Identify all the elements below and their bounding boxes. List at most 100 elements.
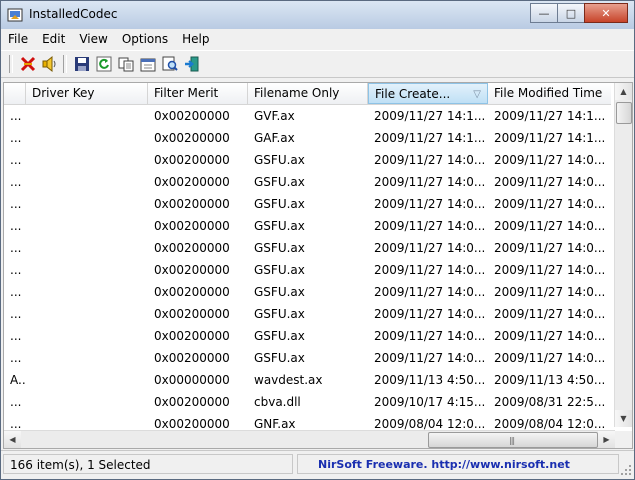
column-header-label: File Create... xyxy=(375,87,451,101)
cell-file-created: 2009/11/13 4:50... xyxy=(374,373,486,387)
table-row[interactable]: ... 0x00200000 cbva.dll 2009/10/17 4:15... 2… xyxy=(4,391,611,413)
table-row[interactable]: ... 0x00200000 GSFU.ax 2009/11/27 14:0... 20… xyxy=(4,171,611,193)
cell-driver-key xyxy=(26,347,148,369)
save-icon xyxy=(75,57,89,71)
column-header-driver-key[interactable]: Driver Key xyxy=(26,83,148,104)
column-header-filter-merit[interactable]: Filter Merit xyxy=(148,83,248,104)
list-rows: ... 0x00200000 GVF.ax 2009/11/27 14:1... 200… xyxy=(4,105,611,435)
window-title: InstalledCodec xyxy=(29,7,118,21)
find-icon xyxy=(162,56,178,71)
list-header: Driver Key Filter Merit Filename Only Fi… xyxy=(4,83,611,105)
table-row[interactable]: ... 0x00200000 GAF.ax 2009/11/27 14:1... 200… xyxy=(4,127,611,149)
cell-filter-merit: 0x00200000 xyxy=(154,109,230,123)
cell-file-modified: 2009/11/27 14:0... xyxy=(494,285,606,299)
nirsoft-link[interactable]: NirSoft Freeware. http://www.nirsoft.net xyxy=(297,454,619,474)
cell-file-created: 2009/10/17 4:15... xyxy=(374,395,486,409)
table-row[interactable]: ... 0x00200000 GSFU.ax 2009/11/27 14:0... 20… xyxy=(4,303,611,325)
cell-filename: GSFU.ax xyxy=(254,307,305,321)
find-button[interactable] xyxy=(159,53,181,75)
sort-descending-icon: ▽ xyxy=(473,89,481,100)
toolbar-separator xyxy=(63,55,67,73)
menu-file[interactable]: File xyxy=(1,29,35,49)
disable-button[interactable] xyxy=(17,53,39,75)
cell-name: ... xyxy=(10,241,22,255)
cell-filter-merit: 0x00200000 xyxy=(154,175,230,189)
maximize-button[interactable]: □ xyxy=(557,3,585,23)
cell-name: ... xyxy=(10,175,22,189)
cell-file-modified: 2009/11/13 4:50... xyxy=(494,373,606,387)
cell-filename: GSFU.ax xyxy=(254,263,305,277)
column-header-filename-only[interactable]: Filename Only xyxy=(248,83,368,104)
status-item-count: 166 item(s), 1 Selected xyxy=(3,454,293,474)
close-button[interactable]: ✕ xyxy=(584,3,628,23)
cell-file-created: 2009/11/27 14:1... xyxy=(374,109,486,123)
cell-filter-merit: 0x00200000 xyxy=(154,395,230,409)
cell-filter-merit: 0x00200000 xyxy=(154,131,230,145)
resize-grip-icon[interactable] xyxy=(620,464,632,476)
cell-filename: GAF.ax xyxy=(254,131,295,145)
cell-name: ... xyxy=(10,395,22,409)
title-bar[interactable]: InstalledCodec — □ ✕ xyxy=(1,1,634,29)
scroll-down-icon[interactable]: ▼ xyxy=(615,410,632,427)
cell-file-created: 2009/11/27 14:0... xyxy=(374,241,486,255)
column-header-file-modified-time[interactable]: File Modified Time xyxy=(488,83,611,104)
close-icon: ✕ xyxy=(601,6,611,20)
app-window: InstalledCodec — □ ✕ File Edit View Opti… xyxy=(0,0,635,480)
horizontal-scroll-thumb[interactable]: ||| xyxy=(428,432,598,448)
column-header-file-created[interactable]: File Create... ▽ xyxy=(368,83,488,104)
vertical-scroll-thumb[interactable] xyxy=(616,102,632,124)
table-row[interactable]: ... 0x00200000 GSFU.ax 2009/11/27 14:0... 20… xyxy=(4,325,611,347)
copy-button[interactable] xyxy=(115,53,137,75)
cell-driver-key xyxy=(26,369,148,391)
horizontal-scrollbar[interactable]: ◀ ||| ▶ xyxy=(4,430,615,448)
cell-driver-key xyxy=(26,281,148,303)
toolbar-separator xyxy=(9,55,13,73)
cell-file-created: 2009/11/27 14:0... xyxy=(374,153,486,167)
table-row[interactable]: ... 0x00200000 GVF.ax 2009/11/27 14:1... 200… xyxy=(4,105,611,127)
cell-file-modified: 2009/08/31 22:5... xyxy=(494,395,606,409)
table-row[interactable]: ... 0x00200000 GSFU.ax 2009/11/27 14:0... 20… xyxy=(4,215,611,237)
table-row[interactable]: ... 0x00200000 GSFU.ax 2009/11/27 14:0... 20… xyxy=(4,259,611,281)
save-button[interactable] xyxy=(71,53,93,75)
scroll-up-icon[interactable]: ▲ xyxy=(615,83,632,100)
cell-filename: GSFU.ax xyxy=(254,219,305,233)
cell-name: A... xyxy=(10,373,26,387)
table-row[interactable]: A... 0x00000000 wavdest.ax 2009/11/13 4:50.… xyxy=(4,369,611,391)
scroll-right-icon[interactable]: ▶ xyxy=(598,431,615,448)
menu-help[interactable]: Help xyxy=(175,29,216,49)
cell-file-created: 2009/11/27 14:0... xyxy=(374,285,486,299)
cell-file-created: 2009/11/27 14:0... xyxy=(374,307,486,321)
scroll-grip-icon: ||| xyxy=(509,436,515,445)
menu-bar: File Edit View Options Help xyxy=(1,29,634,49)
column-header-name[interactable] xyxy=(4,83,26,104)
enable-button[interactable] xyxy=(39,53,61,75)
cell-file-created: 2009/11/27 14:0... xyxy=(374,175,486,189)
exit-icon xyxy=(185,56,199,72)
cell-file-created: 2009/11/27 14:0... xyxy=(374,329,486,343)
cell-file-modified: 2009/11/27 14:0... xyxy=(494,351,606,365)
table-row[interactable]: ... 0x00200000 GSFU.ax 2009/11/27 14:0... 20… xyxy=(4,149,611,171)
toolbar xyxy=(1,50,634,78)
menu-edit[interactable]: Edit xyxy=(35,29,72,49)
cell-name: ... xyxy=(10,153,22,167)
scroll-left-icon[interactable]: ◀ xyxy=(4,431,21,448)
menu-options[interactable]: Options xyxy=(115,29,175,49)
table-row[interactable]: ... 0x00200000 GSFU.ax 2009/11/27 14:0... 20… xyxy=(4,237,611,259)
refresh-button[interactable] xyxy=(93,53,115,75)
menu-view[interactable]: View xyxy=(72,29,114,49)
cell-filter-merit: 0x00200000 xyxy=(154,219,230,233)
exit-button[interactable] xyxy=(181,53,203,75)
minimize-button[interactable]: — xyxy=(530,3,558,23)
properties-button[interactable] xyxy=(137,53,159,75)
cell-filter-merit: 0x00000000 xyxy=(154,373,230,387)
cell-filename: GSFU.ax xyxy=(254,285,305,299)
vertical-scrollbar[interactable]: ▲ ▼ xyxy=(614,83,632,427)
table-row[interactable]: ... 0x00200000 GSFU.ax 2009/11/27 14:0... 20… xyxy=(4,193,611,215)
codec-list[interactable]: Driver Key Filter Merit Filename Only Fi… xyxy=(3,82,633,449)
cell-driver-key xyxy=(26,171,148,193)
cell-file-modified: 2009/11/27 14:0... xyxy=(494,197,606,211)
cell-file-modified: 2009/11/27 14:0... xyxy=(494,175,606,189)
maximize-icon: □ xyxy=(565,6,577,20)
table-row[interactable]: ... 0x00200000 GSFU.ax 2009/11/27 14:0... 20… xyxy=(4,281,611,303)
table-row[interactable]: ... 0x00200000 GSFU.ax 2009/11/27 14:0... 20… xyxy=(4,347,611,369)
